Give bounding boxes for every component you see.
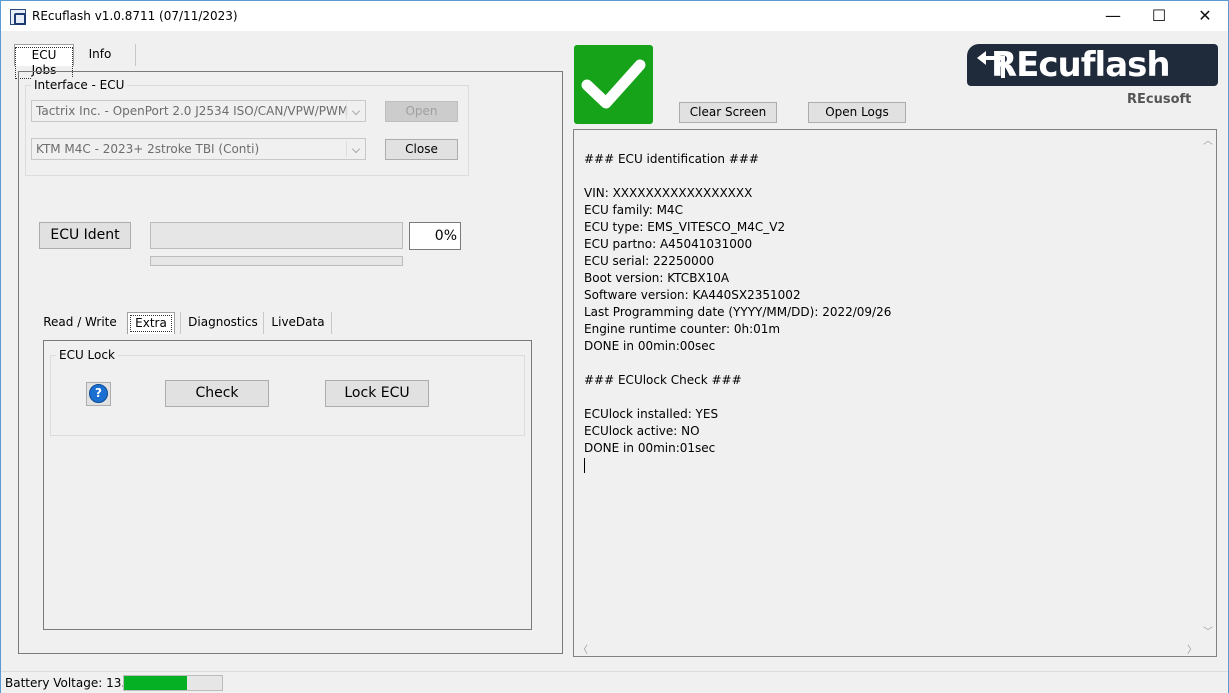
console-line: DONE in 00min:00sec: [584, 339, 716, 353]
console-line: Last Programming date (YYYY/MM/DD): 2022…: [584, 305, 892, 319]
console-line: DONE in 00min:01sec: [584, 441, 716, 455]
tab-separator: [263, 312, 264, 334]
console-text: ### ECU identification ### VIN: XXXXXXXX…: [584, 151, 891, 457]
interface-select[interactable]: Tactrix Inc. - OpenPort 2.0 J2534 ISO/CA…: [31, 100, 366, 122]
tab-info[interactable]: Info: [77, 44, 123, 66]
chevron-down-icon: [352, 145, 360, 153]
title-bar: REcuflash v1.0.8711 (07/11/2023) — ☐ ✕: [1, 1, 1228, 31]
ecu-lock-group-title: ECU Lock: [56, 348, 118, 362]
ecu-ident-button[interactable]: ECU Ident: [39, 222, 131, 249]
log-console[interactable]: ### ECU identification ### VIN: XXXXXXXX…: [573, 129, 1217, 657]
close-window-button[interactable]: ✕: [1182, 1, 1228, 31]
interface-group-title: Interface - ECU: [31, 78, 128, 92]
console-line: ECU serial: 22250000: [584, 254, 715, 268]
ident-percent-field: 0%: [409, 222, 461, 250]
ecu-select[interactable]: KTM M4C - 2023+ 2stroke TBI (Conti): [31, 138, 366, 160]
console-line: ECUlock active: NO: [584, 424, 700, 438]
combo-separator: [346, 141, 347, 157]
console-line: ECU type: EMS_VITESCO_M4C_V2: [584, 220, 786, 234]
console-line: Boot version: KTCBX10A: [584, 271, 730, 285]
ecu-lock-group: [50, 355, 525, 436]
ident-sub-progress-bar: [150, 256, 403, 266]
app-logo: REcuflash: [967, 44, 1218, 86]
horizontal-scrollbar[interactable]: 〈 〉: [574, 639, 1201, 656]
vertical-scrollbar[interactable]: ︿ ﹀: [1199, 130, 1216, 640]
console-line: Engine runtime counter: 0h:01m: [584, 322, 781, 336]
app-icon: [10, 9, 26, 25]
chevron-down-icon: [352, 107, 360, 115]
console-line: ECUlock installed: YES: [584, 407, 719, 421]
battery-voltage-label: Battery Voltage: 13.96: [5, 676, 141, 690]
close-button[interactable]: Close: [385, 139, 458, 160]
tab-separator: [331, 312, 332, 334]
scroll-up-icon[interactable]: ︿: [1203, 132, 1213, 147]
ecu-select-value: KTM M4C - 2023+ 2stroke TBI (Conti): [36, 142, 260, 156]
tab-diagnostics-label: Diagnostics: [188, 315, 258, 329]
console-line: ECU partno: A45041031000: [584, 237, 753, 251]
console-line: ### ECUlock Check ###: [584, 373, 742, 387]
scroll-down-icon[interactable]: ﹀: [1203, 623, 1213, 638]
combo-separator: [346, 103, 347, 119]
open-logs-button[interactable]: Open Logs: [808, 102, 906, 123]
app-window: REcuflash v1.0.8711 (07/11/2023) — ☐ ✕ E…: [0, 0, 1229, 693]
battery-level-fill: [124, 676, 187, 690]
logo-subtext: REcusoft: [1127, 92, 1192, 107]
tab-read-write-label: Read / Write: [43, 315, 117, 329]
console-line: VIN: XXXXXXXXXXXXXXXXX: [584, 186, 753, 200]
tab-ecu-jobs[interactable]: ECU Jobs: [14, 44, 74, 79]
ident-progress-bar: [150, 222, 403, 249]
check-button[interactable]: Check: [165, 380, 269, 407]
minimize-button[interactable]: —: [1090, 1, 1136, 31]
console-line: ECU family: M4C: [584, 203, 683, 217]
tab-livedata[interactable]: LiveData: [267, 312, 329, 334]
tab-extra-label: Extra: [130, 315, 172, 332]
battery-level-bar: [123, 675, 223, 691]
tab-livedata-label: LiveData: [271, 315, 325, 329]
maximize-button[interactable]: ☐: [1136, 1, 1182, 31]
console-line: ### ECU identification ###: [584, 152, 759, 166]
help-icon: ?: [89, 384, 108, 403]
logo-text: REcuflash: [991, 45, 1171, 85]
scroll-left-icon[interactable]: 〈: [578, 641, 588, 656]
status-bar: Battery Voltage: 13.96: [1, 671, 1228, 693]
checkmark-icon: [581, 59, 646, 109]
tab-separator: [180, 312, 181, 334]
tab-extra[interactable]: Extra: [127, 312, 175, 334]
open-button[interactable]: Open: [385, 101, 458, 122]
tab-read-write[interactable]: Read / Write: [41, 312, 119, 334]
interface-select-value: Tactrix Inc. - OpenPort 2.0 J2534 ISO/CA…: [36, 104, 349, 118]
interface-group: [25, 85, 469, 176]
lock-ecu-button[interactable]: Lock ECU: [325, 380, 429, 407]
scroll-right-icon[interactable]: 〉: [1187, 641, 1197, 656]
text-cursor: [584, 458, 585, 473]
clear-screen-button[interactable]: Clear Screen: [679, 102, 777, 123]
success-checkmark-icon: [574, 45, 653, 124]
tab-diagnostics[interactable]: Diagnostics: [185, 312, 261, 334]
console-line: Software version: KA440SX2351002: [584, 288, 801, 302]
tab-separator: [135, 44, 136, 66]
help-button[interactable]: ?: [86, 382, 111, 406]
tab-info-label: Info: [88, 47, 112, 61]
window-title: REcuflash v1.0.8711 (07/11/2023): [32, 9, 238, 23]
